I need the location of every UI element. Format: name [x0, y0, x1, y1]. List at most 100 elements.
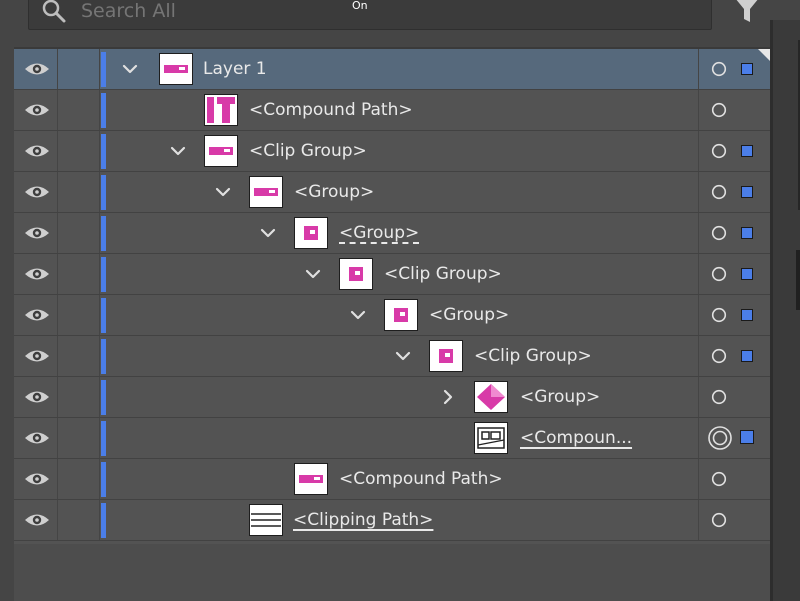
lock-toggle[interactable] [58, 295, 100, 335]
layer-row[interactable]: <Clip Group> [14, 254, 770, 295]
layer-row[interactable]: <Clip Group> [14, 131, 770, 172]
selection-indicator[interactable] [741, 63, 753, 75]
eye-icon [25, 186, 49, 198]
layer-color-bar [101, 462, 106, 497]
target-circle-icon[interactable] [711, 102, 727, 118]
layer-color-bar [101, 339, 106, 374]
target-circle-icon[interactable] [711, 266, 727, 282]
chevron-down-icon[interactable] [121, 60, 139, 78]
layer-name[interactable]: <Compound Path> [249, 98, 413, 122]
target-circle-icon[interactable] [711, 61, 727, 77]
target-circle-icon[interactable] [711, 512, 727, 528]
eye-icon [25, 63, 49, 75]
top-bar: On [0, 0, 800, 44]
selection-indicator[interactable] [741, 309, 753, 321]
visibility-toggle[interactable] [14, 295, 58, 335]
selection-indicator[interactable] [741, 227, 753, 239]
visibility-toggle[interactable] [14, 377, 58, 417]
layer-row[interactable]: <Clipping Path> [14, 500, 770, 541]
layer-row[interactable]: <Group> [14, 377, 770, 418]
lock-toggle[interactable] [58, 336, 100, 376]
chevron-down-icon[interactable] [214, 183, 232, 201]
visibility-toggle[interactable] [14, 172, 58, 212]
layer-name[interactable]: Layer 1 [203, 57, 267, 81]
target-circle-icon[interactable] [711, 225, 727, 241]
target-circle-icon[interactable] [711, 471, 727, 487]
selection-indicator[interactable] [741, 350, 753, 362]
target-circle-icon[interactable] [707, 425, 733, 451]
search-box[interactable] [28, 0, 712, 30]
chevron-down-icon[interactable] [169, 142, 187, 160]
lock-toggle[interactable] [58, 49, 100, 89]
eye-icon [25, 391, 49, 403]
visibility-toggle[interactable] [14, 90, 58, 130]
layer-name[interactable]: <Group> [520, 385, 600, 409]
chevron-right-icon[interactable] [439, 388, 457, 406]
visibility-toggle[interactable] [14, 459, 58, 499]
chevron-down-icon[interactable] [304, 265, 322, 283]
eye-icon [25, 473, 49, 485]
target-circle-icon[interactable] [711, 307, 727, 323]
lock-toggle[interactable] [58, 213, 100, 253]
layer-name[interactable]: <Compoun... [520, 426, 632, 450]
chevron-down-icon[interactable] [394, 347, 412, 365]
lock-toggle[interactable] [58, 418, 100, 458]
eye-icon [25, 104, 49, 116]
search-icon [42, 0, 66, 23]
target-circle-icon[interactable] [711, 348, 727, 364]
layer-color-bar [101, 298, 106, 333]
layer-name[interactable]: <Clip Group> [249, 139, 367, 163]
layer-row[interactable]: <Compound Path> [14, 90, 770, 131]
lock-toggle[interactable] [58, 377, 100, 417]
lock-toggle[interactable] [58, 131, 100, 171]
layer-row[interactable]: <Group> [14, 213, 770, 254]
visibility-toggle[interactable] [14, 254, 58, 294]
layer-color-bar [101, 216, 106, 251]
selection-indicator[interactable] [741, 186, 753, 198]
layer-name[interactable]: <Clipping Path> [293, 508, 433, 532]
selection-indicator[interactable] [741, 145, 753, 157]
layer-name[interactable]: <Clip Group> [474, 344, 592, 368]
layer-thumbnail [384, 299, 418, 331]
eye-icon [25, 309, 49, 321]
visibility-toggle[interactable] [14, 49, 58, 89]
target-circle-icon[interactable] [711, 143, 727, 159]
target-circle-icon[interactable] [711, 184, 727, 200]
layer-color-bar [101, 421, 106, 456]
chevron-down-icon[interactable] [349, 306, 367, 324]
layer-name[interactable]: <Group> [429, 303, 509, 327]
lock-toggle[interactable] [58, 172, 100, 212]
visibility-toggle[interactable] [14, 213, 58, 253]
layer-row[interactable]: <Compound Path> [14, 459, 770, 500]
visibility-toggle[interactable] [14, 418, 58, 458]
panel-footer [14, 544, 770, 601]
layer-color-bar [101, 257, 106, 292]
chevron-down-icon[interactable] [259, 224, 277, 242]
layer-name[interactable]: <Clip Group> [384, 262, 502, 286]
selection-indicator[interactable] [740, 430, 754, 444]
lock-toggle[interactable] [58, 254, 100, 294]
layer-color-bar [101, 93, 106, 128]
layers-list: Layer 1 <Compound Path> <Clip Group> <Group… [14, 47, 770, 544]
search-input[interactable] [79, 0, 683, 27]
filter-icon[interactable] [734, 0, 760, 24]
layer-name[interactable]: <Group> [294, 180, 374, 204]
layer-row[interactable]: <Compoun... [14, 418, 770, 459]
layer-name[interactable]: <Compound Path> [339, 467, 503, 491]
layer-row[interactable]: Layer 1 [14, 49, 770, 90]
visibility-toggle[interactable] [14, 131, 58, 171]
visibility-toggle[interactable] [14, 500, 58, 540]
layer-row[interactable]: <Group> [14, 172, 770, 213]
layer-row[interactable]: <Clip Group> [14, 336, 770, 377]
lock-toggle[interactable] [58, 459, 100, 499]
layer-name[interactable]: <Group> [339, 221, 419, 245]
layer-row[interactable]: <Group> [14, 295, 770, 336]
lock-toggle[interactable] [58, 90, 100, 130]
target-circle-icon[interactable] [711, 389, 727, 405]
layer-thumbnail [159, 53, 193, 85]
lock-toggle[interactable] [58, 500, 100, 540]
layer-color-bar [101, 52, 106, 87]
selection-indicator[interactable] [741, 268, 753, 280]
layer-thumbnail [474, 422, 508, 454]
visibility-toggle[interactable] [14, 336, 58, 376]
